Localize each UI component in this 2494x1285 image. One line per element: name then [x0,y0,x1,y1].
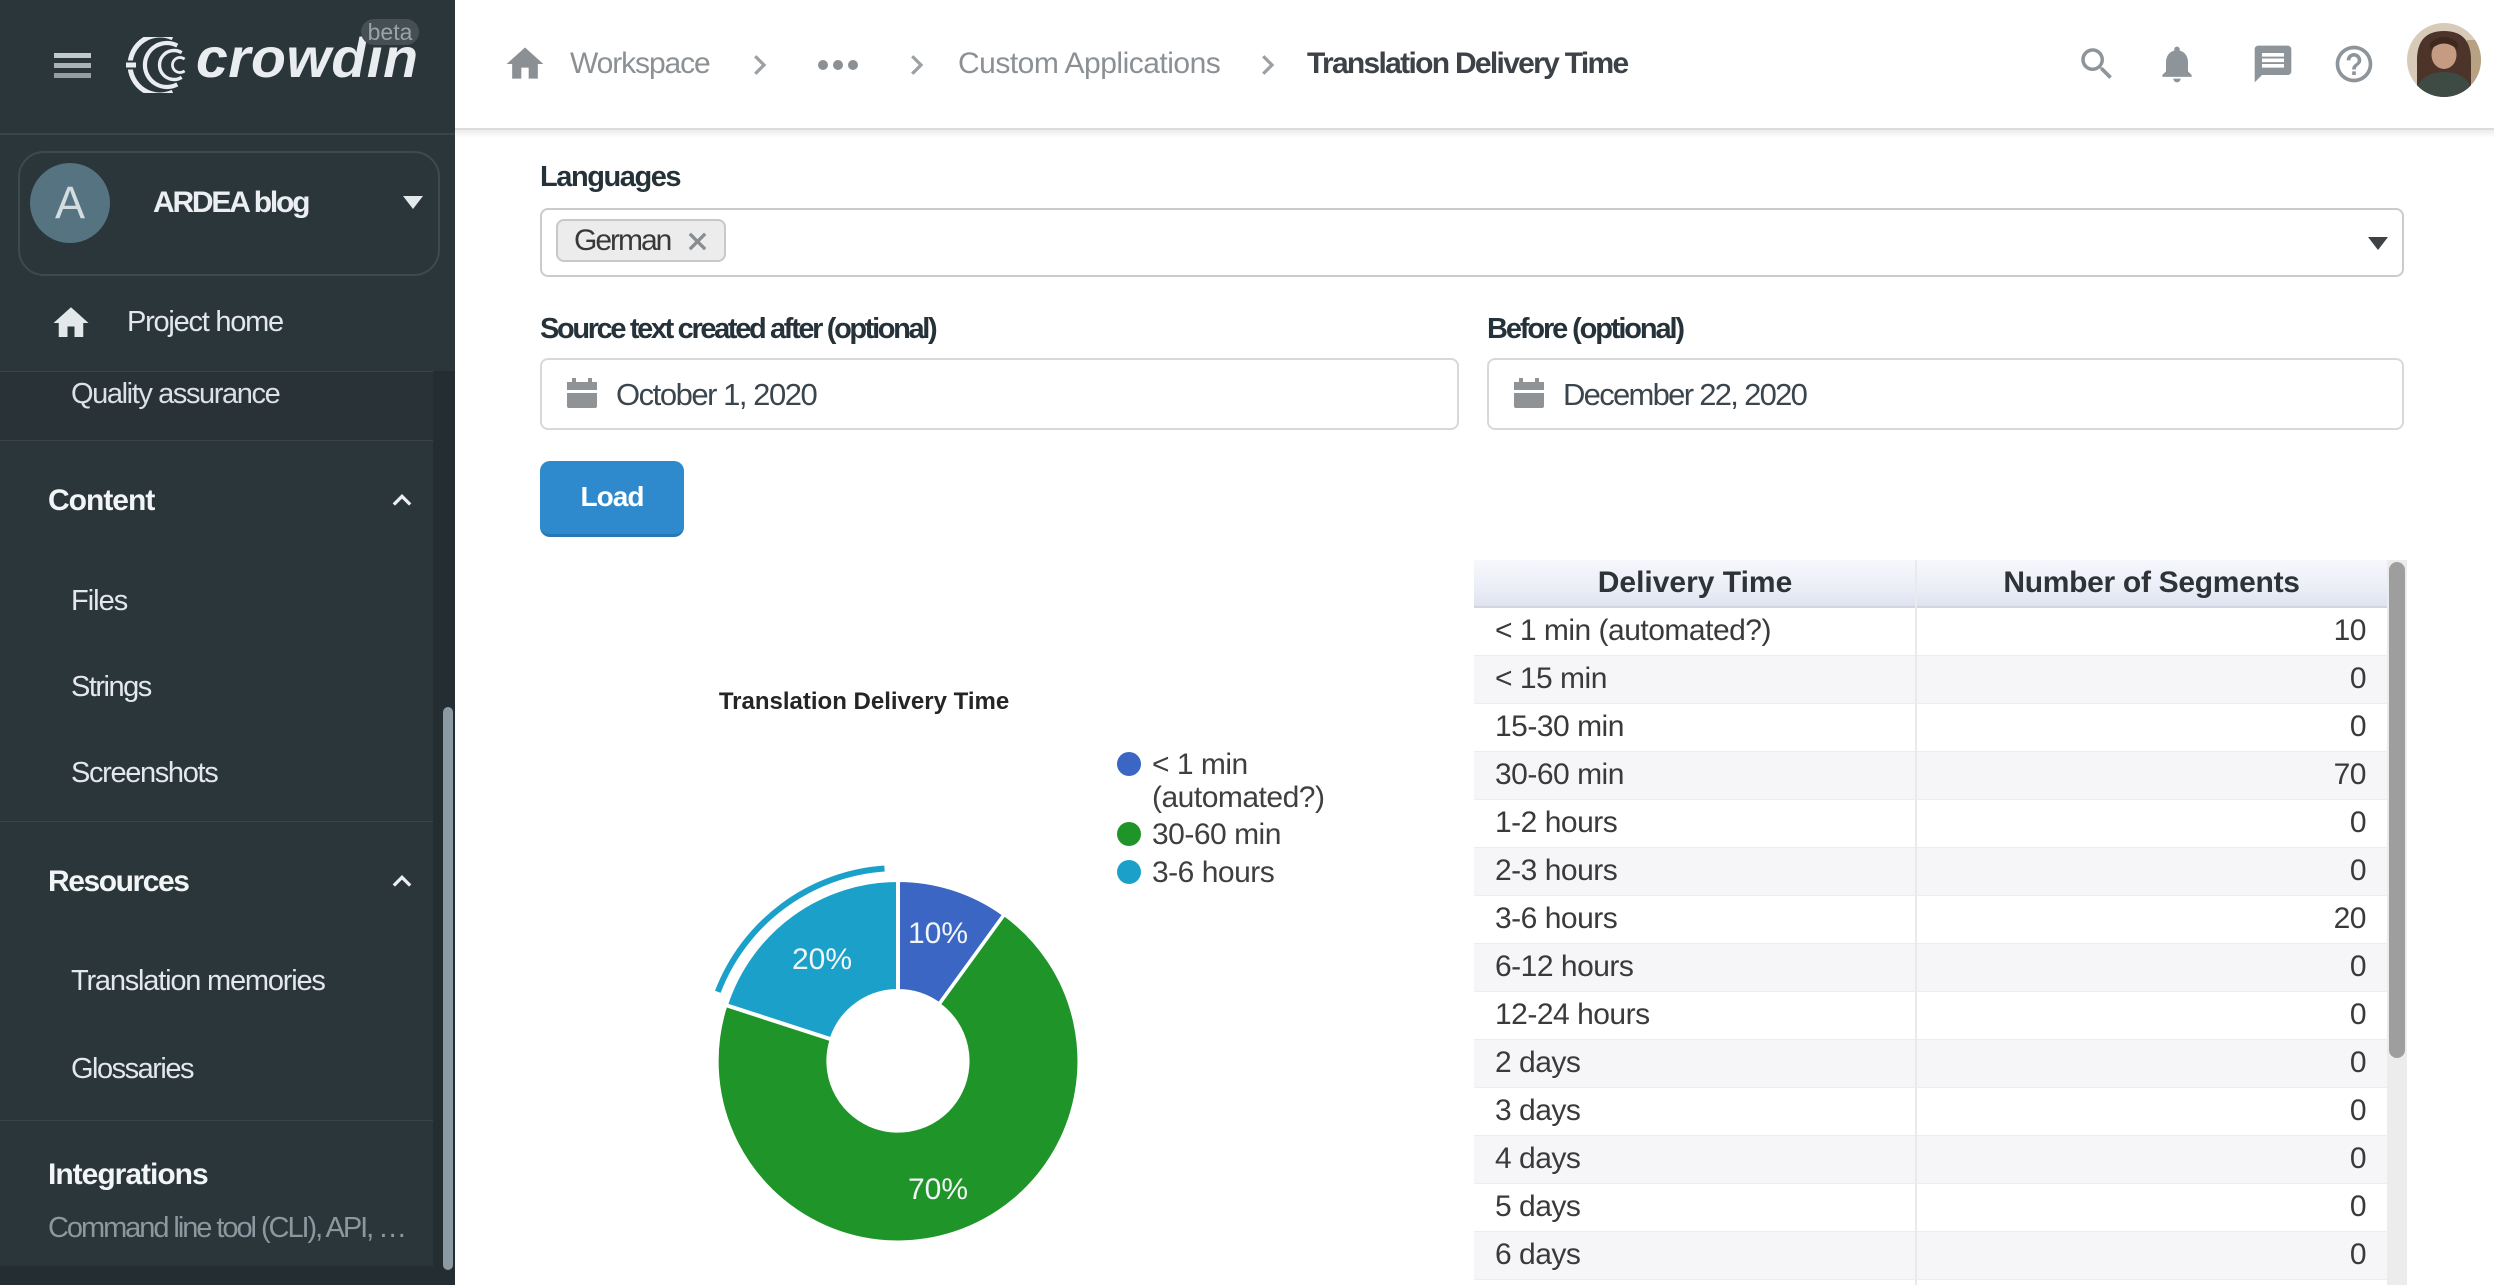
svg-text:20%: 20% [792,943,852,976]
svg-text:70%: 70% [908,1173,968,1206]
svg-text:10%: 10% [908,917,968,950]
